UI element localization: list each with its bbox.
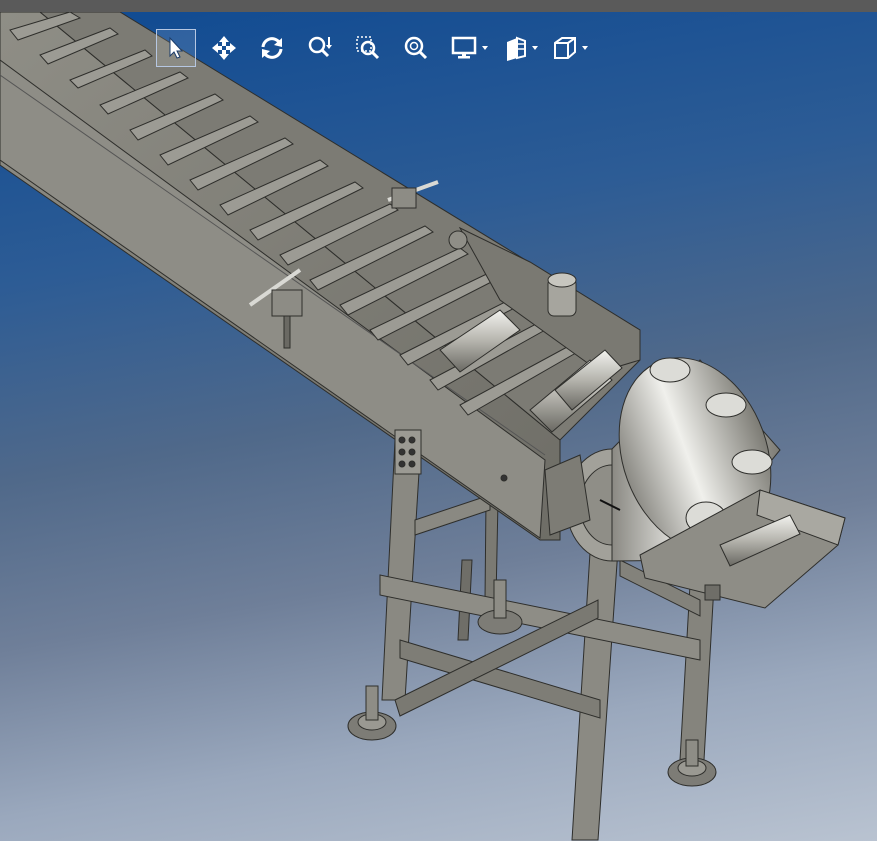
zoom-area-button[interactable] (348, 29, 388, 67)
section-view-button[interactable] (494, 29, 538, 67)
select-button[interactable] (156, 29, 196, 67)
zoom-fit-button[interactable] (396, 29, 436, 67)
pan-icon (211, 35, 237, 61)
window-top-bar (0, 0, 877, 12)
zoom-in-out-icon (307, 35, 333, 61)
zoom-fit-icon (403, 35, 429, 61)
rotate-button[interactable] (252, 29, 292, 67)
heads-up-view-toolbar (156, 28, 594, 68)
chevron-down-icon (582, 46, 588, 50)
conveyor-model (0, 12, 846, 841)
zoom-area-icon (355, 35, 381, 61)
chevron-down-icon (532, 46, 538, 50)
select-arrow-icon (166, 36, 186, 60)
view-orientation-button[interactable] (544, 29, 588, 67)
cube-icon (552, 35, 578, 61)
monitor-icon (451, 36, 479, 60)
rotate-icon (258, 35, 286, 61)
chevron-down-icon (482, 46, 488, 50)
zoom-in-out-button[interactable] (300, 29, 340, 67)
pan-button[interactable] (204, 29, 244, 67)
display-style-button[interactable] (444, 29, 488, 67)
3d-viewport[interactable] (0, 12, 877, 841)
section-view-icon (501, 34, 529, 62)
